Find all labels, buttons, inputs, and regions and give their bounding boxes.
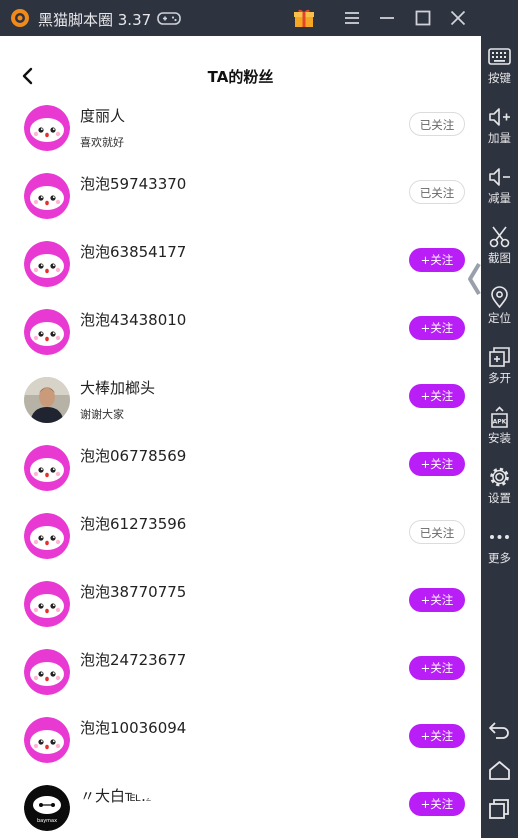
- avatar[interactable]: [24, 377, 70, 423]
- fan-row[interactable]: 泡泡43438010: [0, 308, 481, 376]
- following-button[interactable]: 已关注: [409, 112, 465, 136]
- follow-button[interactable]: +关注: [409, 384, 465, 408]
- keyboard-icon: [488, 48, 511, 65]
- fan-name[interactable]: 泡泡61273596: [80, 513, 186, 534]
- follow-button[interactable]: +关注: [409, 656, 465, 680]
- page-header: TA的粉丝: [0, 36, 481, 100]
- avatar[interactable]: [24, 581, 70, 627]
- close-icon[interactable]: [449, 8, 467, 28]
- sidebar-item-volume-up[interactable]: 加量: [481, 104, 518, 160]
- edge-handle-icon[interactable]: [466, 261, 481, 297]
- menu-icon[interactable]: [343, 8, 361, 28]
- gear-icon: [490, 467, 509, 487]
- app-logo-icon: [11, 9, 29, 27]
- follow-button[interactable]: +关注: [409, 248, 465, 272]
- page-title: TA的粉丝: [207, 68, 274, 86]
- following-button[interactable]: 已关注: [409, 520, 465, 544]
- gift-icon[interactable]: [293, 8, 315, 28]
- sidebar-item-label: 多开: [488, 371, 511, 385]
- fan-name[interactable]: 泡泡59743370: [80, 173, 186, 194]
- avatar[interactable]: [24, 717, 70, 763]
- sidebar-item-label: 设置: [488, 491, 511, 505]
- fan-name[interactable]: 泡泡24723677: [80, 649, 186, 670]
- sidebar-item-keyboard[interactable]: 按键: [481, 44, 518, 100]
- fan-row[interactable]: 泡泡24723677: [0, 648, 481, 716]
- maximize-icon[interactable]: [414, 8, 432, 28]
- follow-button[interactable]: +关注: [409, 452, 465, 476]
- sidebar-item-apk-install[interactable]: APK 安装: [481, 404, 518, 460]
- fan-row[interactable]: 泡泡61273596: [0, 512, 481, 580]
- sidebar-item-more-dots[interactable]: 更多: [481, 524, 518, 580]
- fan-signature: 喜欢就好: [80, 136, 124, 149]
- avatar[interactable]: [24, 445, 70, 491]
- fan-name[interactable]: 泡泡38770775: [80, 581, 186, 602]
- fan-row[interactable]: 泡泡38770775: [0, 580, 481, 648]
- fan-row[interactable]: 度丽人 喜欢就好: [0, 104, 481, 172]
- fan-name[interactable]: 泡泡10036094: [80, 717, 186, 738]
- avatar[interactable]: [24, 513, 70, 559]
- fan-row[interactable]: 泡泡63854177: [0, 240, 481, 308]
- apk-install-icon: APK: [491, 406, 508, 428]
- follow-button[interactable]: +关注: [409, 792, 465, 816]
- multi-window-icon: [489, 347, 510, 367]
- window-title-bar: 黑猫脚本圈 3.37: [0, 0, 518, 36]
- avatar[interactable]: [24, 105, 70, 151]
- sidebar-item-label: 加量: [488, 131, 511, 145]
- fan-signature: 谢谢大家: [80, 408, 124, 421]
- follow-button[interactable]: +关注: [409, 588, 465, 612]
- emulator-sidebar: 按键加量减量截图定位多开 APK 安装设置更多: [481, 0, 518, 838]
- avatar[interactable]: [24, 309, 70, 355]
- avatar-badge-text: baymax: [37, 818, 57, 824]
- sidebar-item-multi-window[interactable]: 多开: [481, 344, 518, 400]
- fan-name[interactable]: 度丽人: [80, 105, 125, 126]
- avatar[interactable]: [24, 649, 70, 695]
- sidebar-item-label: 更多: [488, 551, 511, 565]
- window-title: 黑猫脚本圈 3.37: [38, 11, 152, 29]
- recent-apps-icon[interactable]: [487, 798, 512, 820]
- avatar[interactable]: [24, 173, 70, 219]
- more-dots-icon: [490, 535, 509, 539]
- back-icon[interactable]: [487, 718, 512, 740]
- fan-row[interactable]: 泡泡59743370: [0, 172, 481, 240]
- fan-row[interactable]: 大棒加榔头 谢谢大家: [0, 376, 481, 444]
- sidebar-item-label: 按键: [488, 71, 511, 85]
- volume-down-icon: [489, 168, 510, 186]
- sidebar-item-gear[interactable]: 设置: [481, 464, 518, 520]
- avatar[interactable]: baymax: [24, 785, 70, 831]
- sidebar-item-volume-down[interactable]: 减量: [481, 164, 518, 220]
- sidebar-item-scissors[interactable]: 截图: [481, 224, 518, 280]
- svg-text:APK: APK: [493, 419, 507, 426]
- fan-name[interactable]: 泡泡43438010: [80, 309, 186, 330]
- volume-up-icon: [489, 108, 510, 126]
- follow-button[interactable]: +关注: [409, 724, 465, 748]
- fan-row[interactable]: 泡泡10036094: [0, 716, 481, 784]
- scissors-icon: [489, 226, 510, 248]
- sidebar-item-label: 减量: [488, 191, 511, 205]
- home-icon[interactable]: [487, 759, 512, 781]
- avatar[interactable]: [24, 241, 70, 287]
- following-button[interactable]: 已关注: [409, 180, 465, 204]
- fan-name[interactable]: 泡泡63854177: [80, 241, 186, 262]
- sidebar-item-label: 定位: [488, 311, 511, 325]
- follow-button[interactable]: +关注: [409, 316, 465, 340]
- fan-row[interactable]: baymax 〃大白℡.ۦ: [0, 784, 481, 838]
- fan-row[interactable]: 泡泡06778569: [0, 444, 481, 512]
- fan-name[interactable]: 大棒加榔头: [80, 377, 155, 398]
- minimize-icon[interactable]: [378, 8, 396, 28]
- fan-name[interactable]: 泡泡06778569: [80, 445, 186, 466]
- sidebar-item-label: 安装: [488, 431, 511, 445]
- sidebar-item-location-pin[interactable]: 定位: [481, 284, 518, 340]
- gamepad-icon[interactable]: [156, 8, 182, 28]
- location-pin-icon: [491, 286, 508, 308]
- fan-name[interactable]: 〃大白℡.ۦ: [80, 785, 152, 806]
- phone-screen: TA的粉丝 度丽人 喜欢就好 已关注 泡泡59743370 已关注 泡泡63854177 +…: [0, 36, 481, 838]
- sidebar-item-label: 截图: [488, 251, 511, 265]
